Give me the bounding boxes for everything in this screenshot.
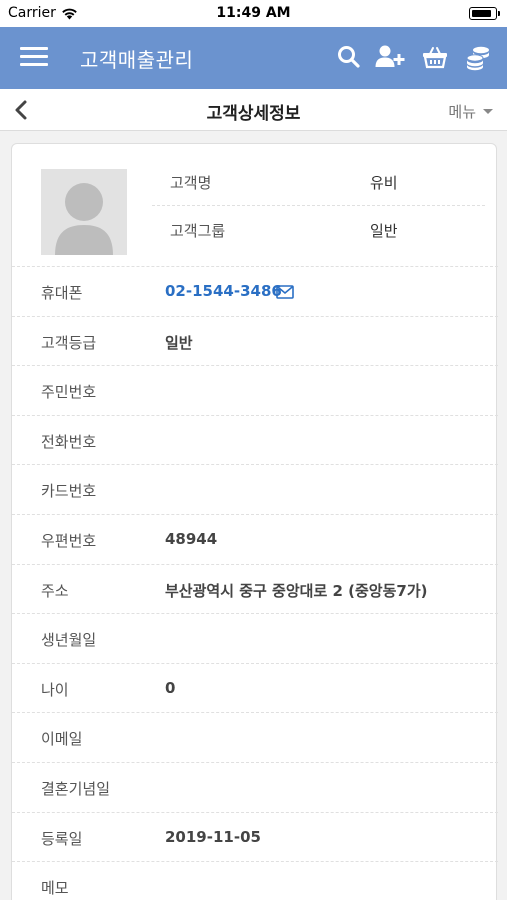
person-placeholder-icon bbox=[55, 183, 113, 255]
field-label: 등록일 bbox=[41, 829, 83, 848]
menu-dropdown-label: 메뉴 bbox=[448, 103, 476, 121]
customer-group-row: 고객그룹 일반 bbox=[152, 206, 485, 254]
field-label: 휴대폰 bbox=[41, 284, 83, 302]
field-row-address: 주소 부산광역시 중구 중앙대로 2 (중앙동7가) bbox=[12, 563, 498, 614]
field-row-age: 나이 0 bbox=[12, 662, 498, 713]
status-bar: Carrier 11:49 AM bbox=[0, 0, 507, 27]
field-row-postal-code: 우편번호 48944 bbox=[12, 513, 498, 564]
field-row-grade: 고객등급 일반 bbox=[12, 315, 498, 366]
field-row-card-number: 카드번호 bbox=[12, 464, 498, 514]
avatar bbox=[41, 169, 127, 255]
customer-name-label: 고객명 bbox=[170, 174, 212, 192]
field-label: 메모 bbox=[41, 879, 69, 898]
field-label: 카드번호 bbox=[41, 482, 97, 501]
field-label: 고객등급 bbox=[41, 333, 97, 352]
field-label: 우편번호 bbox=[41, 531, 97, 550]
field-value: 0 bbox=[165, 678, 176, 697]
customer-group-label: 고객그룹 bbox=[170, 222, 226, 240]
detail-field-list: 휴대폰 02-1544-3486 고객등급 일반 주민번호 전화번호 카드번호 … bbox=[12, 266, 498, 900]
field-label: 전화번호 bbox=[41, 432, 97, 451]
search-icon[interactable] bbox=[335, 43, 363, 71]
field-row-registered: 등록일 2019-11-05 bbox=[12, 811, 498, 862]
field-row-mobile: 휴대폰 02-1544-3486 bbox=[12, 266, 498, 316]
field-row-resident-number: 주민번호 bbox=[12, 365, 498, 415]
phone-link[interactable]: 02-1544-3486 bbox=[165, 282, 282, 300]
field-row-email: 이메일 bbox=[12, 712, 498, 762]
field-row-memo: 메모 bbox=[12, 861, 498, 900]
menu-dropdown[interactable]: 메뉴 bbox=[448, 101, 493, 122]
page-title: 고객상세정보 bbox=[206, 104, 301, 124]
field-value: 2019-11-05 bbox=[165, 827, 261, 846]
status-time: 11:49 AM bbox=[216, 5, 291, 21]
field-value: 48944 bbox=[165, 529, 218, 548]
field-label: 결혼기념일 bbox=[41, 779, 111, 798]
app-bar: 고객매출관리 bbox=[0, 27, 507, 89]
customer-group-value: 일반 bbox=[370, 222, 398, 240]
profile-section: 고객명 유비 고객그룹 일반 bbox=[12, 144, 498, 266]
coins-icon[interactable] bbox=[464, 43, 492, 71]
caret-down-icon bbox=[483, 109, 493, 114]
app-title: 고객매출관리 bbox=[80, 48, 194, 72]
menu-icon[interactable] bbox=[20, 45, 48, 69]
sub-header: 고객상세정보 메뉴 bbox=[0, 89, 507, 131]
field-label: 나이 bbox=[41, 680, 69, 699]
field-value: 일반 bbox=[165, 333, 193, 352]
customer-name-value: 유비 bbox=[370, 174, 398, 192]
add-user-icon[interactable] bbox=[374, 43, 406, 71]
field-row-birthdate: 생년월일 bbox=[12, 613, 498, 663]
field-row-phone: 전화번호 bbox=[12, 414, 498, 465]
field-label: 이메일 bbox=[41, 730, 83, 749]
customer-name-row: 고객명 유비 bbox=[152, 158, 485, 206]
envelope-icon[interactable] bbox=[276, 285, 294, 299]
field-row-anniversary: 결혼기념일 bbox=[12, 761, 498, 812]
customer-detail-card: 고객명 유비 고객그룹 일반 휴대폰 02-1544-3486 고객등급 일반 … bbox=[11, 143, 498, 900]
field-label: 주민번호 bbox=[41, 383, 97, 402]
field-label: 주소 bbox=[41, 581, 69, 600]
field-value: 부산광역시 중구 중앙대로 2 (중앙동7가) bbox=[165, 581, 428, 600]
battery-icon bbox=[469, 7, 500, 20]
basket-icon[interactable] bbox=[421, 43, 449, 71]
battery-level bbox=[471, 9, 492, 17]
field-label: 생년월일 bbox=[41, 631, 97, 650]
